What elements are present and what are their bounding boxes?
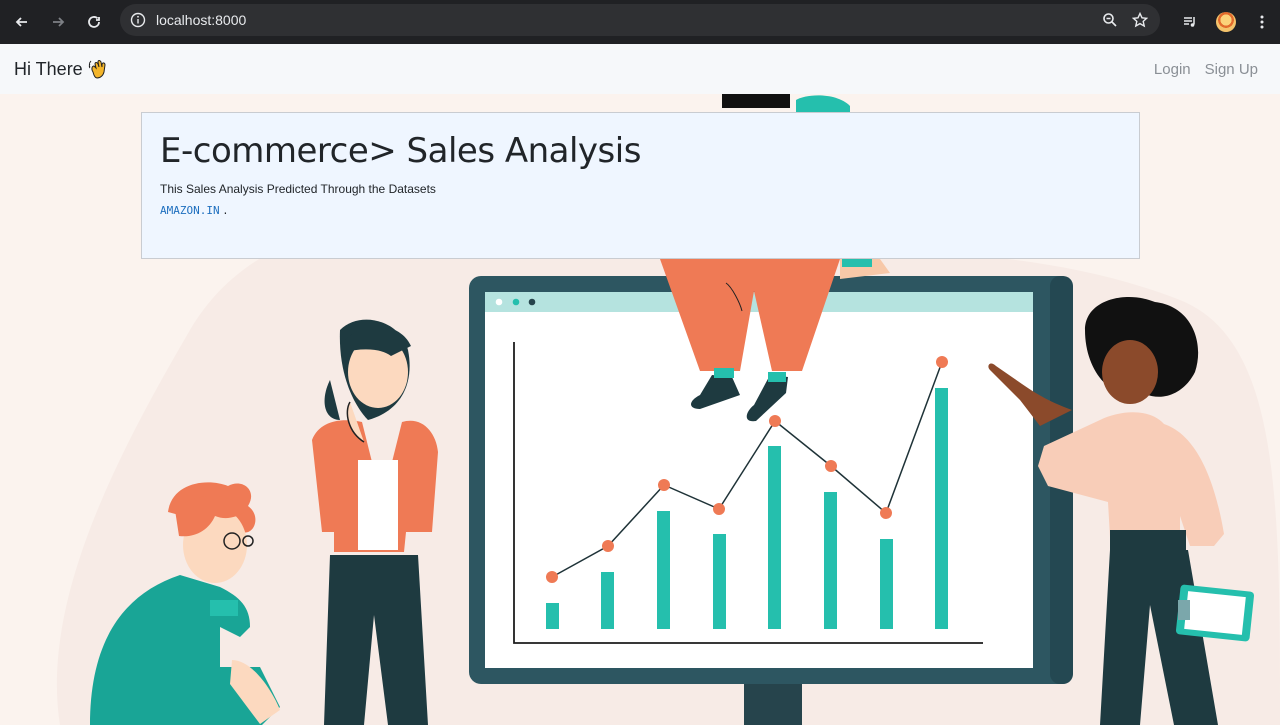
url-text[interactable]: localhost:8000 (156, 12, 246, 28)
zoom-icon[interactable] (1102, 12, 1118, 28)
signup-link[interactable]: Sign Up (1205, 61, 1258, 78)
media-queue-icon (1184, 17, 1195, 27)
site-info-icon[interactable] (129, 11, 147, 29)
waving-hand-icon (88, 60, 106, 79)
source-line: AMAZON.IN . (160, 203, 1121, 217)
card-subtitle: This Sales Analysis Predicted Through th… (160, 181, 436, 196)
site-navbar: Hi There Login Sign Up (0, 44, 1280, 94)
monitor-stand (744, 682, 802, 725)
brand-text: Hi There (14, 58, 83, 79)
login-link[interactable]: Login (1154, 61, 1191, 78)
arrow-right-icon (53, 17, 65, 27)
chart-bar (768, 446, 781, 629)
address-bar[interactable]: localhost:8000 (120, 4, 1160, 36)
chart-bar (935, 388, 948, 629)
arrow-left-icon (15, 17, 27, 27)
back-button[interactable] (4, 4, 40, 40)
browser-menu-button[interactable] (1244, 4, 1280, 40)
source-suffix: . (223, 202, 228, 217)
chart-bar (713, 534, 726, 629)
chart-bar (880, 539, 893, 629)
window-dot (495, 298, 503, 306)
chart-bar (657, 511, 670, 629)
chart-bar (824, 492, 837, 629)
profile-button[interactable] (1208, 4, 1244, 40)
chart-bar (546, 603, 559, 629)
chart-bar (601, 572, 614, 629)
intro-card: E-commerce> Sales Analysis This Sales An… (141, 112, 1140, 259)
navbar-brand[interactable]: Hi There (14, 58, 109, 80)
source-link[interactable]: AMAZON.IN (160, 204, 220, 217)
page-title: E-commerce> Sales Analysis (160, 131, 641, 171)
media-controls-button[interactable] (1172, 4, 1208, 40)
kebab-menu-icon (1260, 15, 1264, 29)
browser-toolbar: localhost:8000 (0, 0, 1280, 44)
bookmark-star-icon[interactable] (1132, 12, 1148, 28)
window-dot (512, 298, 520, 306)
reload-icon (88, 16, 100, 28)
profile-avatar (1216, 12, 1236, 32)
forward-button[interactable] (40, 4, 76, 40)
window-dot (528, 298, 536, 306)
reload-button[interactable] (76, 4, 112, 40)
monitor-screen (485, 292, 1033, 668)
